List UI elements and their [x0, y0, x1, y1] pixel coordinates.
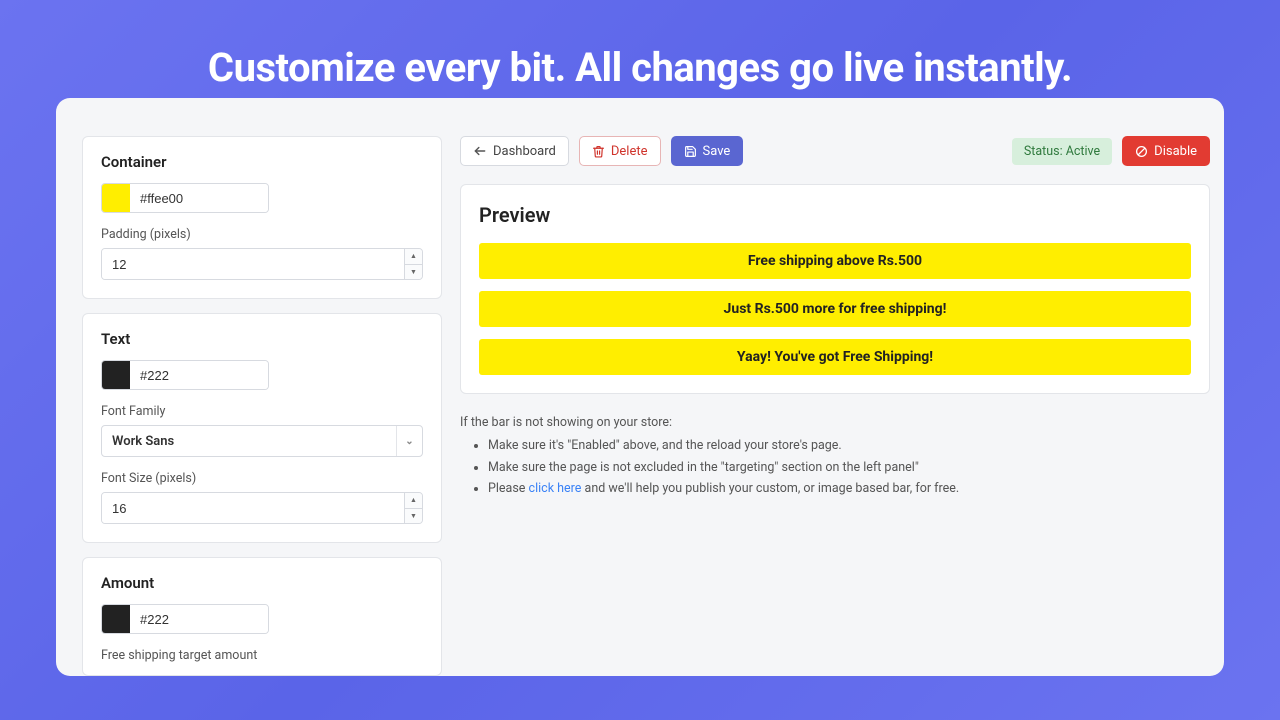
disable-label: Disable [1154, 144, 1197, 159]
container-color-input[interactable] [130, 184, 269, 212]
panel-title-text: Text [101, 330, 423, 348]
font-family-label: Font Family [101, 404, 423, 419]
save-button[interactable]: Save [671, 136, 744, 166]
help-item: Make sure the page is not excluded in th… [488, 457, 1210, 478]
font-family-value: Work Sans [112, 434, 174, 449]
help-item: Please click here and we'll help you pub… [488, 478, 1210, 499]
text-color-field[interactable] [101, 360, 269, 390]
text-color-input[interactable] [130, 361, 269, 389]
preview-bar: Free shipping above Rs.500 [479, 243, 1191, 279]
padding-label: Padding (pixels) [101, 227, 423, 242]
help-text: If the bar is not showing on your store:… [460, 412, 1210, 499]
trash-icon [592, 145, 605, 158]
arrow-left-icon [473, 144, 487, 158]
padding-step-down[interactable]: ▼ [405, 265, 422, 280]
panel-amount: Amount Free shipping target amount [82, 557, 442, 676]
panel-title-amount: Amount [101, 574, 423, 592]
disable-button[interactable]: Disable [1122, 136, 1210, 166]
target-amount-label: Free shipping target amount [101, 648, 423, 663]
container-color-swatch[interactable] [102, 184, 130, 212]
panel-title-container: Container [101, 153, 423, 171]
font-size-input[interactable] [102, 493, 404, 523]
dashboard-label: Dashboard [493, 144, 556, 159]
settings-sidebar: Container Padding (pixels) ▲ ▼ Text [70, 112, 442, 662]
panel-container: Container Padding (pixels) ▲ ▼ [82, 136, 442, 299]
help-item: Make sure it's "Enabled" above, and the … [488, 435, 1210, 456]
padding-step-up[interactable]: ▲ [405, 249, 422, 265]
preview-card: Preview Free shipping above Rs.500 Just … [460, 184, 1210, 394]
preview-bar: Just Rs.500 more for free shipping! [479, 291, 1191, 327]
status-badge: Status: Active [1012, 138, 1112, 165]
padding-input[interactable] [102, 249, 404, 279]
chevron-down-icon: ⌄ [396, 426, 422, 456]
main-area: Dashboard Delete Save Status: Active [460, 112, 1210, 662]
panel-text: Text Font Family Work Sans ⌄ Font Size (… [82, 313, 442, 543]
amount-color-input[interactable] [130, 605, 269, 633]
save-label: Save [703, 144, 731, 159]
amount-color-field[interactable] [101, 604, 269, 634]
font-size-step-up[interactable]: ▲ [405, 493, 422, 509]
container-color-field[interactable] [101, 183, 269, 213]
delete-button[interactable]: Delete [579, 136, 661, 166]
font-size-step-down[interactable]: ▼ [405, 509, 422, 524]
text-color-swatch[interactable] [102, 361, 130, 389]
toolbar: Dashboard Delete Save Status: Active [460, 136, 1210, 166]
app-card: Container Padding (pixels) ▲ ▼ Text [56, 98, 1224, 676]
font-size-field[interactable]: ▲ ▼ [101, 492, 423, 524]
padding-field[interactable]: ▲ ▼ [101, 248, 423, 280]
amount-color-swatch[interactable] [102, 605, 130, 633]
hero-title: Customize every bit. All changes go live… [0, 0, 1280, 91]
help-link[interactable]: click here [529, 481, 582, 496]
preview-bar: Yaay! You've got Free Shipping! [479, 339, 1191, 375]
save-icon [684, 145, 697, 158]
font-size-label: Font Size (pixels) [101, 471, 423, 486]
font-family-select[interactable]: Work Sans ⌄ [101, 425, 423, 457]
dashboard-button[interactable]: Dashboard [460, 136, 569, 166]
preview-title: Preview [479, 203, 1191, 227]
delete-label: Delete [611, 144, 648, 159]
disable-icon [1135, 145, 1148, 158]
help-intro: If the bar is not showing on your store: [460, 412, 1210, 433]
